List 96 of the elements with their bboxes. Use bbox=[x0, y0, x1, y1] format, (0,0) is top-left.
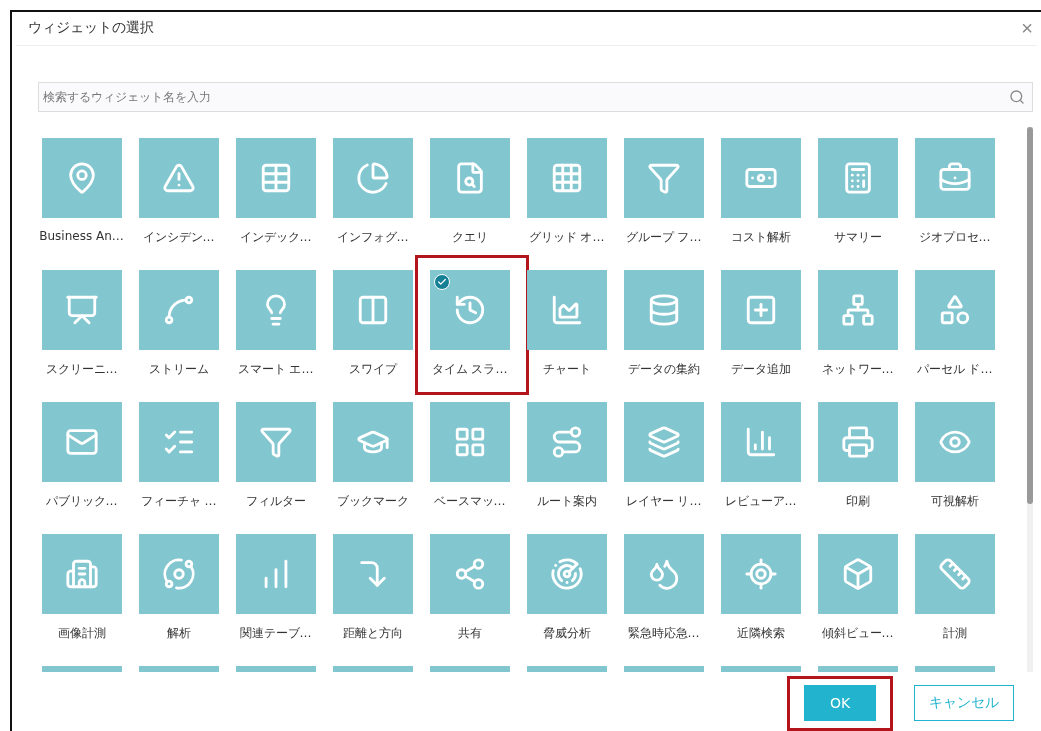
widget-label: レイヤー リ… bbox=[625, 492, 702, 510]
cancel-button[interactable]: キャンセル bbox=[914, 685, 1014, 721]
ruler-icon bbox=[937, 556, 972, 591]
widget-label: ベースマッ… bbox=[433, 492, 506, 510]
widget-label: ストリーム bbox=[148, 360, 209, 378]
dialog-title: ウィジェットの選択 bbox=[28, 19, 154, 38]
widget-tile[interactable] bbox=[914, 533, 995, 614]
widget-tile[interactable] bbox=[138, 533, 219, 614]
widget-tile[interactable] bbox=[332, 533, 413, 614]
close-button[interactable]: × bbox=[1017, 18, 1037, 39]
radar-icon bbox=[549, 556, 584, 591]
widget-tile[interactable] bbox=[41, 137, 122, 218]
widget-tile[interactable] bbox=[429, 401, 510, 482]
widget-tile[interactable] bbox=[526, 269, 607, 350]
widget-label: データの集約 bbox=[627, 360, 700, 378]
widget-tile[interactable] bbox=[41, 533, 122, 614]
widget-tile[interactable] bbox=[623, 269, 704, 350]
check-badge-icon bbox=[433, 273, 450, 290]
widget-tile[interactable] bbox=[429, 533, 510, 614]
widget-label: コスト解析 bbox=[730, 228, 791, 246]
widget-tile[interactable] bbox=[720, 269, 801, 350]
widget-label: 解析 bbox=[166, 624, 191, 642]
widget-tile[interactable] bbox=[429, 269, 510, 350]
widget-label: 画像計測 bbox=[57, 624, 106, 642]
widget-label: 可視解析 bbox=[930, 492, 979, 510]
widget-label: パーセル ド… bbox=[916, 360, 993, 378]
widget-tile[interactable] bbox=[138, 269, 219, 350]
widget-tile[interactable] bbox=[914, 269, 995, 350]
widget-label: 緊急時応急… bbox=[627, 624, 700, 642]
widget-label: 脅威分析 bbox=[542, 624, 591, 642]
widget-tile[interactable] bbox=[138, 401, 219, 482]
widget-label: インフォグ… bbox=[336, 228, 409, 246]
widget-label: 印刷 bbox=[845, 492, 870, 510]
widget-tile[interactable] bbox=[914, 137, 995, 218]
widget-label: 関連テーブ… bbox=[239, 624, 312, 642]
widget-label: グループ フ… bbox=[625, 228, 702, 246]
widget-label: スワイプ bbox=[348, 360, 397, 378]
printer-icon bbox=[840, 424, 875, 459]
widget-tile[interactable] bbox=[526, 533, 607, 614]
widget-label: サマリー bbox=[833, 228, 882, 246]
widget-label: グリッド オ… bbox=[528, 228, 605, 246]
widget-tile[interactable] bbox=[332, 137, 413, 218]
widget-label: データ追加 bbox=[730, 360, 791, 378]
widget-label: ネットワー… bbox=[821, 360, 894, 378]
widget-label: スマート エ… bbox=[237, 360, 314, 378]
widget-tile[interactable] bbox=[235, 533, 316, 614]
widget-tile[interactable] bbox=[623, 401, 704, 482]
widget-tile[interactable] bbox=[41, 401, 122, 482]
widget-tile[interactable] bbox=[138, 137, 219, 218]
widget-tile[interactable] bbox=[623, 533, 704, 614]
search-icon[interactable] bbox=[1009, 88, 1025, 105]
widget-tile[interactable] bbox=[914, 401, 995, 482]
widget-label: フィーチャ … bbox=[140, 492, 217, 510]
widget-tile[interactable] bbox=[526, 401, 607, 482]
widget-label: レビューア… bbox=[724, 492, 797, 510]
widget-label: ジオプロセ… bbox=[918, 228, 991, 246]
widget-label: 傾斜ビュー… bbox=[821, 624, 894, 642]
widget-label: パブリック… bbox=[45, 492, 118, 510]
widget-tile[interactable] bbox=[720, 401, 801, 482]
orbit-icon bbox=[161, 556, 196, 591]
widget-label: スクリーニ… bbox=[45, 360, 118, 378]
widget-tile[interactable] bbox=[332, 269, 413, 350]
pie-chart-icon bbox=[355, 160, 390, 195]
widget-label: 共有 bbox=[457, 624, 482, 642]
widget-tile[interactable] bbox=[720, 137, 801, 218]
widget-tile[interactable] bbox=[235, 269, 316, 350]
widget-tile[interactable] bbox=[41, 269, 122, 350]
search-field[interactable]: 検索するウィジェット名を入力 bbox=[38, 81, 1033, 112]
widget-label: ブックマーク bbox=[336, 492, 409, 510]
widget-tile[interactable] bbox=[817, 269, 898, 350]
layers-icon bbox=[646, 424, 681, 459]
widget-label: ルート案内 bbox=[536, 492, 597, 510]
widget-tile[interactable] bbox=[720, 533, 801, 614]
crosshair-icon bbox=[743, 556, 778, 591]
widget-tile[interactable] bbox=[817, 401, 898, 482]
widget-tile[interactable] bbox=[817, 533, 898, 614]
widget-tile[interactable] bbox=[429, 137, 510, 218]
widget-label: インシデン… bbox=[142, 228, 215, 246]
widget-label: インデック… bbox=[239, 228, 312, 246]
widget-label: 近隣検索 bbox=[736, 624, 785, 642]
widget-label: 計測 bbox=[942, 624, 967, 642]
scrollbar[interactable] bbox=[1027, 126, 1033, 672]
widget-tile[interactable] bbox=[526, 137, 607, 218]
widget-label: タイム スラ… bbox=[431, 360, 508, 378]
widget-tile[interactable] bbox=[817, 137, 898, 218]
widget-tile[interactable] bbox=[235, 137, 316, 218]
widget-tile[interactable] bbox=[235, 401, 316, 482]
widget-label: フィルター bbox=[245, 492, 306, 510]
widget-label: クエリ bbox=[451, 228, 488, 246]
widget-tile[interactable] bbox=[332, 401, 413, 482]
widget-label: チャート bbox=[542, 360, 591, 378]
widget-label: 距離と方向 bbox=[342, 624, 403, 642]
ok-button[interactable]: OK bbox=[804, 685, 876, 721]
widget-label: Business An… bbox=[39, 228, 124, 243]
network-icon bbox=[840, 292, 875, 327]
widget-tile[interactable] bbox=[623, 137, 704, 218]
